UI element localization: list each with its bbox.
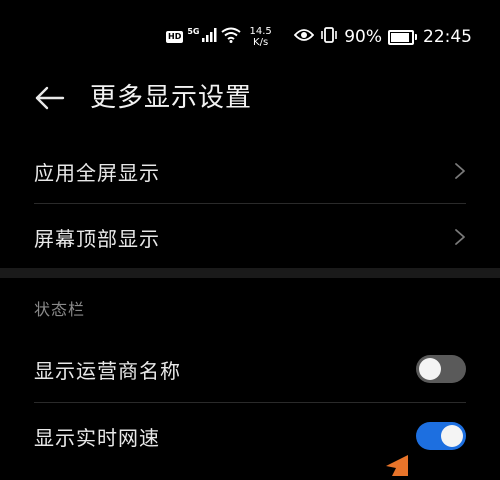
page-header: 更多显示设置 — [0, 74, 500, 124]
network-speed-value: 14.5 — [249, 26, 272, 37]
network-speed-toggle[interactable] — [416, 422, 466, 450]
toggle-knob — [419, 358, 441, 380]
status-bar-right: 90% 22:45 — [293, 24, 472, 50]
toggle-row-carrier-name[interactable]: 显示运营商名称 — [34, 336, 466, 402]
carrier-name-toggle[interactable] — [416, 355, 466, 383]
battery-icon — [388, 29, 417, 45]
back-arrow-icon[interactable] — [34, 82, 66, 114]
toggle-label: 显示运营商名称 — [34, 358, 181, 383]
chevron-right-icon — [454, 228, 466, 246]
annotation-arrow-icon — [378, 452, 414, 476]
status-bar: HD 5G 14.5 K/s 90% 22:45 — [0, 0, 500, 74]
list-item-label: 应用全屏显示 — [34, 160, 160, 185]
list-item-top-display[interactable]: 屏幕顶部显示 — [34, 204, 466, 270]
section-separator — [0, 268, 500, 278]
wifi-icon — [221, 27, 242, 47]
chevron-right-icon — [454, 162, 466, 180]
network-speed: 14.5 K/s — [249, 26, 271, 48]
battery-percent: 90% — [344, 27, 382, 47]
section-header-status-bar: 状态栏 — [34, 300, 86, 319]
status-bar-left: HD 5G 14.5 K/s — [166, 24, 272, 50]
hd-badge: HD — [166, 31, 184, 43]
page-title: 更多显示设置 — [90, 83, 253, 113]
vibrate-icon — [320, 26, 338, 49]
list-item-label: 屏幕顶部显示 — [34, 226, 160, 251]
eye-icon — [293, 27, 315, 47]
toggle-knob — [441, 425, 463, 447]
clock: 22:45 — [423, 27, 472, 47]
network-type-label: 5G — [187, 26, 200, 36]
list-item-fullscreen-apps[interactable]: 应用全屏显示 — [34, 138, 466, 204]
signal-bars-icon — [201, 27, 217, 47]
toggle-label: 显示实时网速 — [34, 425, 160, 450]
network-speed-unit: K/s — [253, 37, 269, 48]
